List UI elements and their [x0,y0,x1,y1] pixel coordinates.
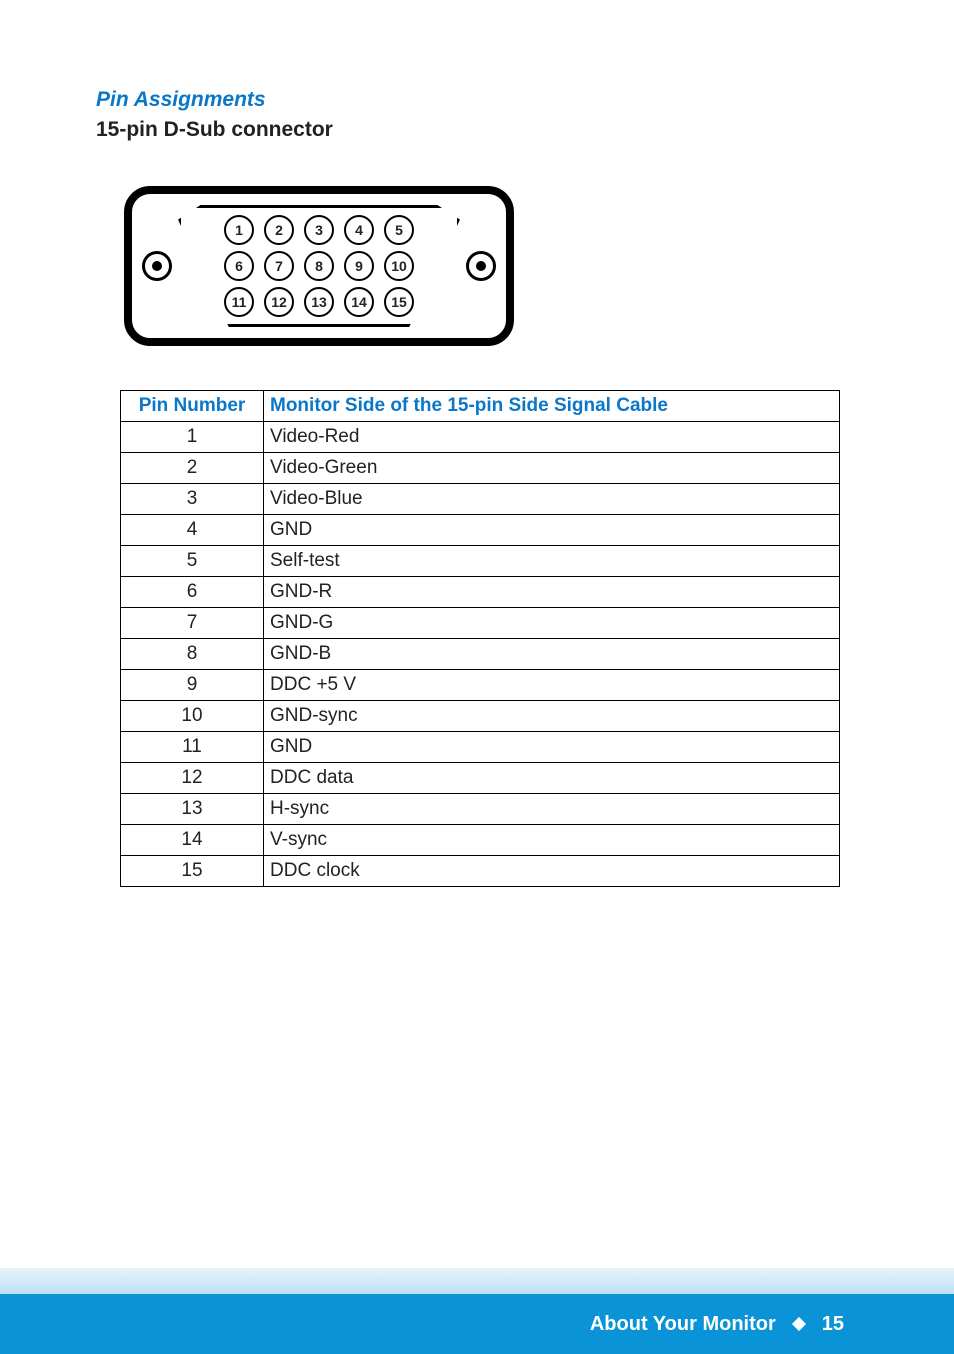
table-header-row: Pin Number Monitor Side of the 15-pin Si… [121,391,840,422]
pin-block: 1 2 3 4 5 6 7 8 9 10 11 [172,207,466,325]
footer-bar: About Your Monitor 15 [0,1294,954,1354]
cell-signal: GND [264,732,840,763]
table-row: 9DDC +5 V [121,670,840,701]
pin-label: 10 [384,251,414,281]
cell-pin: 14 [121,825,264,856]
cell-pin: 15 [121,856,264,887]
table-row: 13H-sync [121,794,840,825]
pin-label: 13 [304,287,334,317]
cell-signal: DDC clock [264,856,840,887]
pin-label: 9 [344,251,374,281]
table-row: 5Self-test [121,546,840,577]
table-row: 14V-sync [121,825,840,856]
cell-pin: 7 [121,608,264,639]
cell-signal: DDC +5 V [264,670,840,701]
cell-pin: 12 [121,763,264,794]
cell-pin: 6 [121,577,264,608]
table-row: 11GND [121,732,840,763]
cell-pin: 8 [121,639,264,670]
connector-diagram: 1 2 3 4 5 6 7 8 9 10 11 [124,186,858,346]
cell-pin: 2 [121,453,264,484]
cell-signal: GND-B [264,639,840,670]
document-page: Pin Assignments 15-pin D-Sub connector 1… [0,0,954,1354]
pin-label: 3 [304,215,334,245]
pin-label: 4 [344,215,374,245]
pin-label: 7 [264,251,294,281]
table-row: 1Video-Red [121,422,840,453]
pin-label: 15 [384,287,414,317]
page-content: Pin Assignments 15-pin D-Sub connector 1… [0,0,954,887]
page-footer: About Your Monitor 15 [0,1268,954,1354]
pin-label: 2 [264,215,294,245]
cell-signal: GND-G [264,608,840,639]
table-row: 8GND-B [121,639,840,670]
cell-signal: Self-test [264,546,840,577]
pin-label: 14 [344,287,374,317]
table-row: 12DDC data [121,763,840,794]
cell-signal: V-sync [264,825,840,856]
cell-pin: 9 [121,670,264,701]
pin-label: 11 [224,287,254,317]
cell-signal: GND-R [264,577,840,608]
cell-signal: GND [264,515,840,546]
table-row: 15DDC clock [121,856,840,887]
cell-pin: 3 [121,484,264,515]
screw-right-icon [466,251,496,281]
pin-assignment-table: Pin Number Monitor Side of the 15-pin Si… [120,390,840,887]
pin-row-1: 1 2 3 4 5 [224,215,414,245]
section-title: Pin Assignments [96,88,858,112]
pin-label: 8 [304,251,334,281]
cell-signal: Video-Green [264,453,840,484]
header-pin-number: Pin Number [121,391,264,422]
pin-label: 1 [224,215,254,245]
footer-gradient [0,1268,954,1294]
table-row: 10GND-sync [121,701,840,732]
connector-title: 15-pin D-Sub connector [96,118,858,142]
cell-signal: Video-Blue [264,484,840,515]
footer-page-number: 15 [822,1313,844,1336]
cell-pin: 10 [121,701,264,732]
footer-chapter: About Your Monitor [590,1313,776,1336]
pin-label: 12 [264,287,294,317]
table-row: 4GND [121,515,840,546]
cell-pin: 1 [121,422,264,453]
pin-row-3: 11 12 13 14 15 [224,287,414,317]
cell-signal: GND-sync [264,701,840,732]
cell-pin: 4 [121,515,264,546]
header-signal: Monitor Side of the 15-pin Side Signal C… [264,391,840,422]
screw-left-icon [142,251,172,281]
cell-pin: 13 [121,794,264,825]
pin-label: 6 [224,251,254,281]
dsub-connector: 1 2 3 4 5 6 7 8 9 10 11 [124,186,514,346]
cell-signal: Video-Red [264,422,840,453]
pin-row-2: 6 7 8 9 10 [224,251,414,281]
cell-pin: 11 [121,732,264,763]
table-row: 3Video-Blue [121,484,840,515]
cell-signal: H-sync [264,794,840,825]
cell-pin: 5 [121,546,264,577]
table-row: 2Video-Green [121,453,840,484]
table-row: 6GND-R [121,577,840,608]
pin-label: 5 [384,215,414,245]
diamond-icon [792,1317,806,1331]
table-row: 7GND-G [121,608,840,639]
cell-signal: DDC data [264,763,840,794]
